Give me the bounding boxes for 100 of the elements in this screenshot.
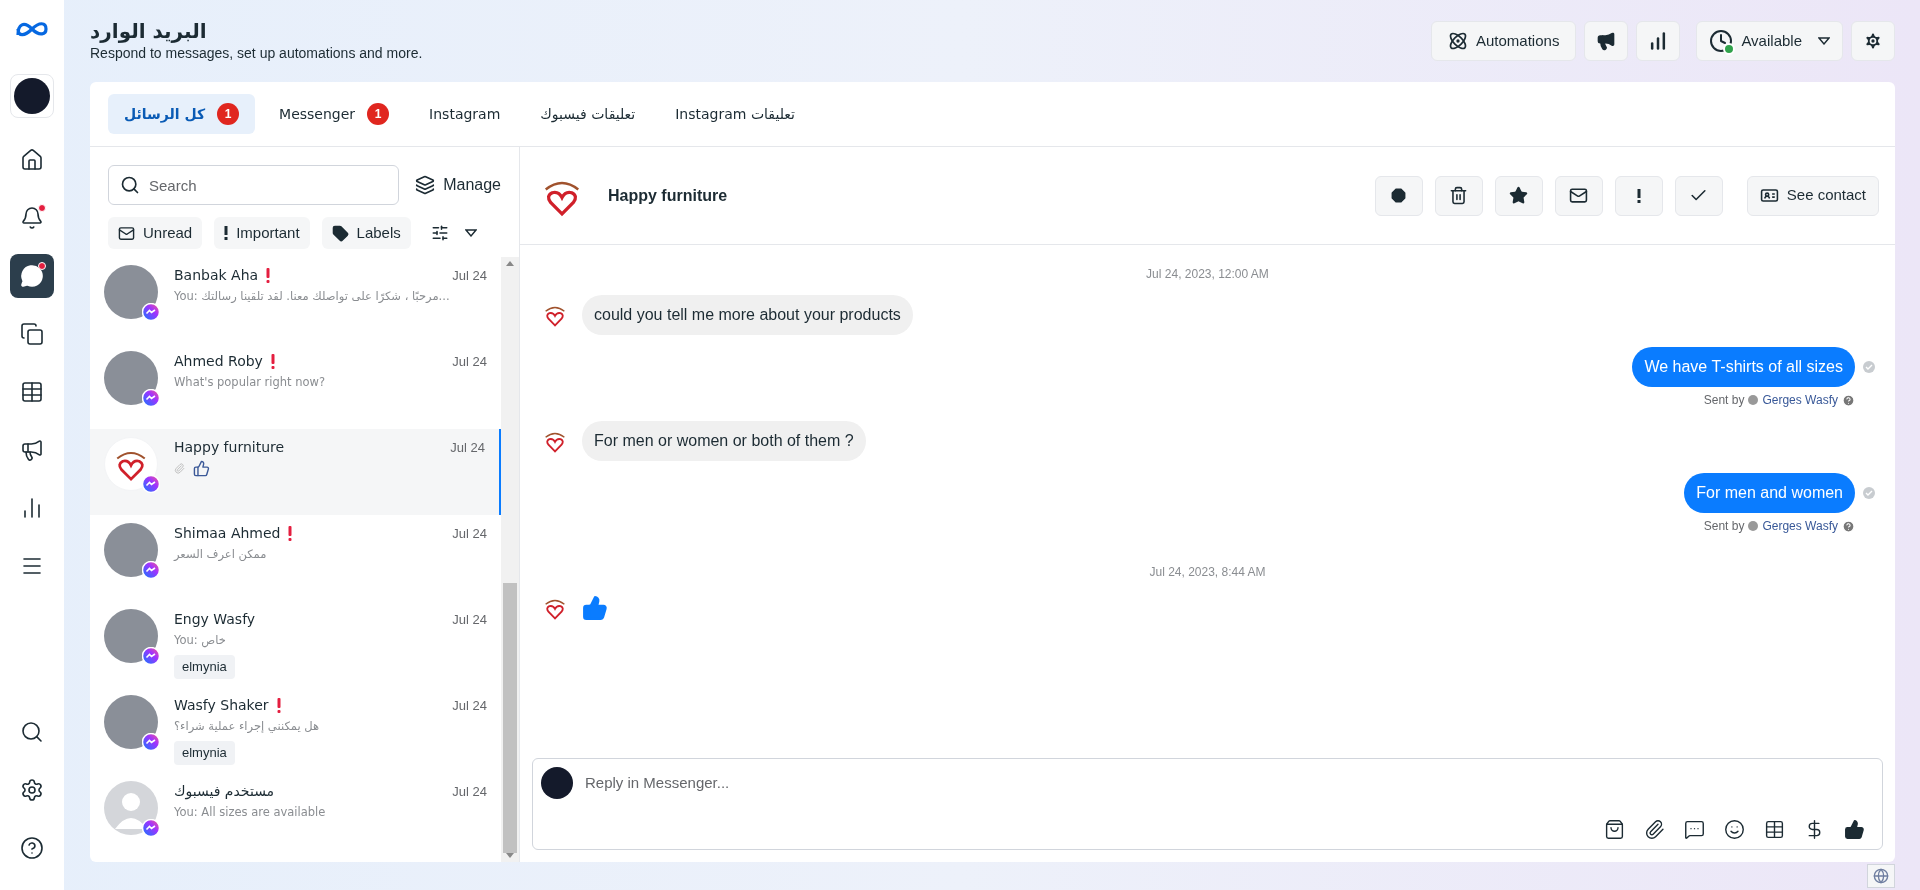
message-preview: هل يمكنني إجراء عملية شراء؟: [174, 718, 320, 735]
page-avatar: [541, 767, 573, 799]
message-preview: You: مرحبًا ، شكرًا على تواصلك معنا. لقد تلقينا رسالتك...: [174, 288, 451, 305]
pages-icon: [20, 322, 44, 346]
unread-count-badge: 1: [217, 103, 240, 125]
search-icon: [120, 175, 140, 195]
envelope-icon: [1569, 186, 1589, 205]
delete-button[interactable]: [1434, 175, 1483, 216]
envelope-icon: [118, 224, 135, 242]
conversation-date: Jul 24: [450, 438, 485, 457]
table-icon: [1763, 818, 1785, 840]
paperclip-icon: [1643, 818, 1665, 840]
sent-check-icon: [1863, 487, 1875, 499]
availability-dropdown[interactable]: Available: [1696, 21, 1843, 61]
contact-name: Banbak Aha: [174, 266, 259, 285]
help-icon: [1842, 519, 1855, 533]
page-title: البريد الوارد: [90, 18, 208, 43]
speech-bubble-icon: [1683, 818, 1705, 840]
scroll-up-arrow-icon[interactable]: [506, 261, 514, 266]
bell-icon: [20, 206, 44, 230]
tag-icon: [331, 224, 349, 242]
spam-button[interactable]: [1374, 175, 1423, 216]
sent-check-icon: [1863, 361, 1875, 373]
manage-button[interactable]: Manage: [415, 173, 501, 197]
reply-field[interactable]: Reply in Messenger...: [585, 771, 1874, 795]
messenger-badge-icon: [142, 733, 160, 751]
alert-octagon-icon: [1389, 186, 1409, 205]
caret-icon: [1818, 37, 1830, 45]
exclamation-icon: [1636, 188, 1641, 203]
message-preview: You: خاص: [174, 632, 227, 650]
home-icon: [20, 148, 44, 172]
megaphone-icon: [20, 438, 44, 462]
scrollbar[interactable]: [501, 257, 519, 862]
search-field[interactable]: Search: [108, 165, 400, 205]
sliders-icon: [430, 224, 449, 242]
contact-name: Shimaa Ahmed: [174, 524, 281, 543]
trash-icon: [1449, 186, 1469, 205]
meta-logo-icon[interactable]: [15, 20, 49, 38]
automations-button[interactable]: Automations: [1431, 21, 1577, 61]
clock-icon: [1709, 29, 1734, 53]
ads-button[interactable]: [1584, 21, 1629, 61]
emoji-tool-button[interactable]: [1722, 817, 1746, 841]
star-icon: [1509, 186, 1529, 205]
conversation-date: Jul 24: [452, 352, 487, 371]
inbox-tab[interactable]: Messenger 1: [263, 94, 406, 134]
layers-icon: [415, 175, 436, 195]
messenger-badge-icon: [142, 819, 160, 837]
sender-link[interactable]: Gerges Wasfy: [1762, 517, 1838, 535]
contact-name: Wasfy Shaker: [174, 696, 269, 715]
conversation-item[interactable]: Happy furniture Jul 24: [90, 429, 501, 515]
inbox-tab[interactable]: Instagram تعليقات: [659, 94, 811, 134]
smiley-icon: [1723, 818, 1745, 840]
filter-chip[interactable]: Unread: [108, 217, 203, 249]
settings-icon: [1863, 31, 1883, 51]
help-icon: [1842, 393, 1855, 407]
exclamation-icon: [224, 226, 229, 240]
globe-icon: [1873, 868, 1889, 884]
filter-chip[interactable]: Labels: [321, 217, 411, 249]
language-button[interactable]: [1867, 864, 1895, 888]
filter-options-button[interactable]: [430, 224, 477, 242]
see-contact-button[interactable]: See contact: [1746, 175, 1879, 216]
table-icon: [20, 380, 44, 404]
thumbs-up-icon: [1843, 818, 1865, 840]
messenger-badge-icon: [142, 303, 160, 321]
contact-name: مستخدم فيسبوك: [174, 782, 275, 802]
megaphone-icon: [1596, 31, 1617, 51]
chat-icon: [20, 264, 44, 288]
page-avatar[interactable]: [10, 74, 54, 118]
shopping-bag-icon: [1603, 818, 1625, 840]
contact-name: Happy furniture: [608, 185, 728, 206]
conversation-item[interactable]: Ahmed Roby Jul 24 What's popular right now?: [90, 343, 501, 429]
inbox-tab[interactable]: Instagram: [413, 94, 517, 134]
insights-button[interactable]: [1636, 21, 1681, 61]
important-button[interactable]: [1614, 175, 1663, 216]
conversation-date: Jul 24: [452, 782, 487, 801]
incoming-message: could you tell me more about your products: [582, 295, 913, 335]
messenger-badge-icon: [142, 561, 160, 579]
conversation-date: Jul 24: [452, 266, 487, 285]
conversation-label: elmynia: [174, 741, 235, 765]
conversation-date: Jul 24: [452, 696, 487, 715]
chat-nav-item[interactable]: [10, 254, 54, 298]
thumbs-up-icon: [582, 595, 608, 621]
conversation-date: Jul 24: [452, 524, 487, 543]
mark-unread-button[interactable]: [1554, 175, 1603, 216]
filter-chip[interactable]: Important: [214, 217, 310, 249]
messenger-badge-icon: [142, 475, 160, 493]
atom-icon: [1448, 31, 1468, 51]
outgoing-message: For men and women: [1684, 473, 1855, 513]
scroll-down-arrow-icon[interactable]: [506, 853, 514, 858]
inbox-tab[interactable]: تعليقات فيسبوك: [524, 94, 652, 134]
outgoing-message: We have T-shirts of all sizes: [1632, 347, 1855, 387]
like-tool-button[interactable]: [1842, 817, 1866, 841]
contact-name: Happy furniture: [174, 438, 285, 457]
star-button[interactable]: [1494, 175, 1543, 216]
settings-icon: [20, 778, 44, 802]
verified-icon: [1748, 395, 1759, 405]
settings-button[interactable]: [1851, 21, 1895, 61]
search-icon: [20, 720, 44, 744]
messenger-badge-icon: [142, 647, 160, 665]
sender-link[interactable]: Gerges Wasfy: [1762, 391, 1838, 409]
